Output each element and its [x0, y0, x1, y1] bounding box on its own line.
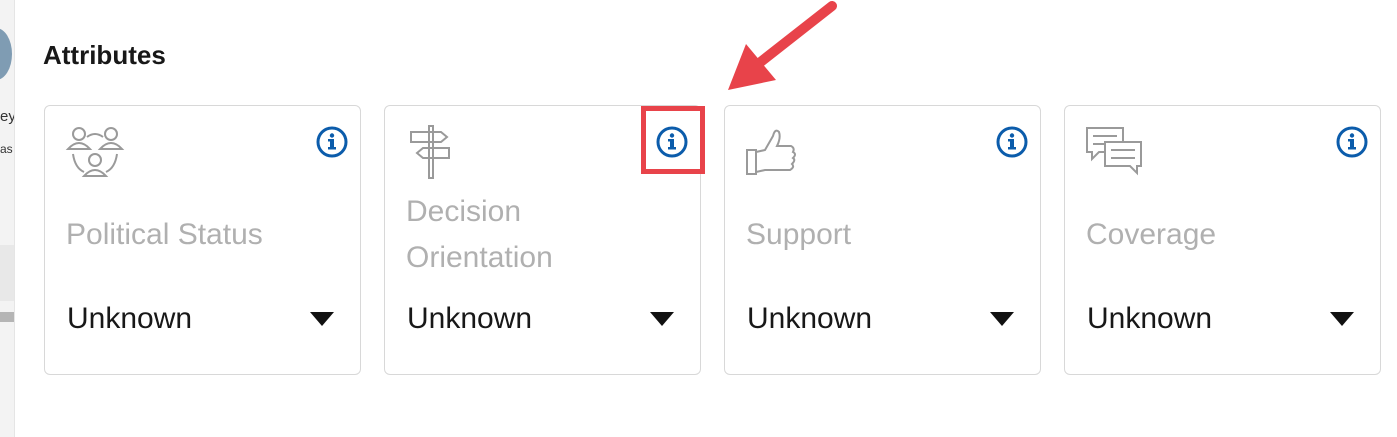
support-select[interactable]: Unknown — [735, 286, 1030, 356]
caret-down-icon — [990, 312, 1014, 326]
background-strip — [0, 245, 14, 301]
caret-down-icon — [310, 312, 334, 326]
background-text-fragment: ey — [0, 108, 15, 125]
card-label: Support — [746, 218, 852, 251]
background-strip — [0, 312, 14, 322]
card-label: Political Status — [66, 218, 263, 251]
political-status-select[interactable]: Unknown — [55, 286, 350, 356]
selected-value: Unknown — [407, 302, 533, 335]
people-network-icon — [65, 124, 125, 184]
decision-orientation-select[interactable]: Unknown — [395, 286, 690, 356]
card-label: Coverage — [1086, 218, 1217, 251]
section-title: Attributes — [43, 40, 166, 70]
card-label: Decision Orientation — [406, 195, 553, 274]
attribute-card-support: Support Unknown — [724, 105, 1041, 375]
info-icon[interactable] — [996, 126, 1028, 158]
selected-value: Unknown — [1087, 302, 1213, 335]
avatar — [0, 28, 12, 80]
attribute-card-coverage: Coverage Unknown — [1064, 105, 1381, 375]
background-panel: ey as — [0, 0, 15, 437]
caret-down-icon — [1330, 312, 1354, 326]
annotation-arrow-icon — [728, 1, 837, 90]
signpost-icon — [405, 124, 465, 184]
selected-value: Unknown — [747, 302, 873, 335]
thumbs-up-icon — [745, 124, 805, 184]
background-text-fragment: as — [0, 142, 13, 156]
chat-bubbles-icon — [1085, 124, 1145, 184]
coverage-select[interactable]: Unknown — [1075, 286, 1370, 356]
info-icon[interactable] — [316, 126, 348, 158]
selected-value: Unknown — [67, 302, 193, 335]
info-icon[interactable] — [1336, 126, 1368, 158]
caret-down-icon — [650, 312, 674, 326]
annotation-highlight-box — [641, 106, 705, 174]
attribute-card-political-status: Political Status Unknown — [44, 105, 361, 375]
